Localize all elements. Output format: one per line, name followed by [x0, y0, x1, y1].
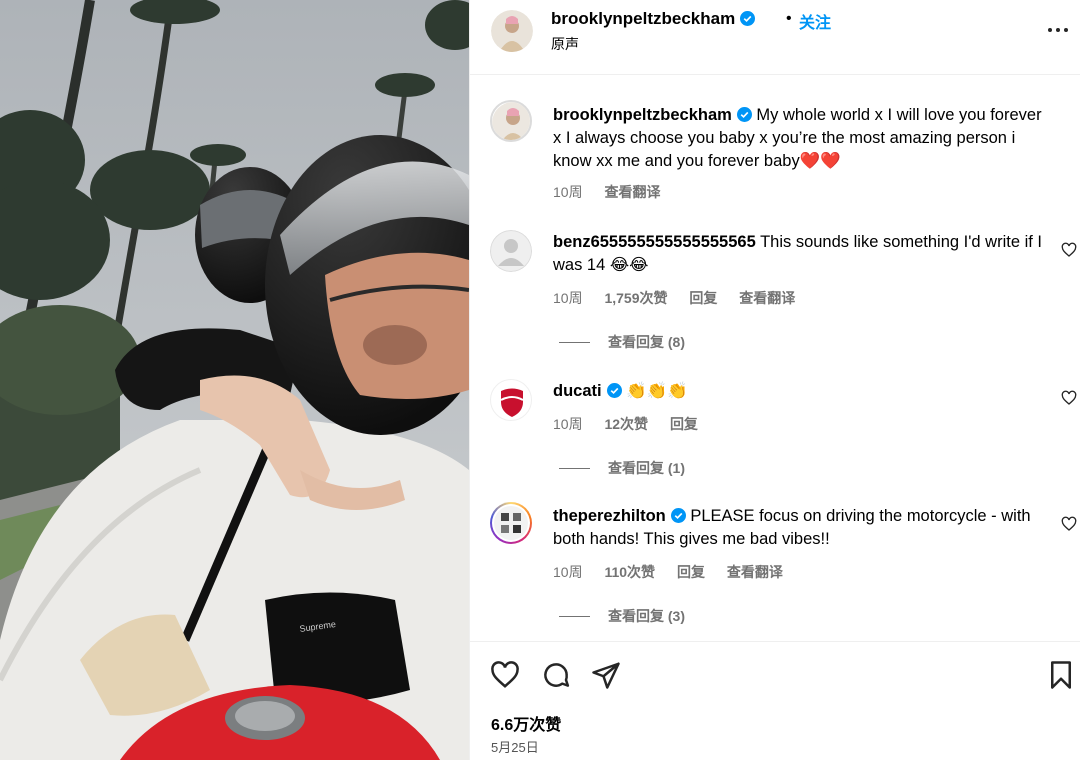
comment-text: 👏👏👏 — [626, 382, 688, 400]
comment-username[interactable]: theperezhilton — [553, 507, 666, 525]
comment-meta: 10周 1,759次赞 回复 查看翻译 — [553, 288, 813, 308]
comment-bubble-icon[interactable] — [541, 660, 571, 690]
caption-translate-link[interactable]: 查看翻译 — [604, 184, 660, 200]
comment-time[interactable]: 10周 — [553, 416, 583, 432]
comment-likes-count[interactable]: 1,759次赞 — [604, 290, 667, 306]
verified-badge-icon — [736, 107, 752, 122]
caption-time[interactable]: 10周 — [553, 184, 583, 200]
view-replies-toggle[interactable]: 查看回复 (1) — [559, 458, 685, 478]
comment-text-block: theperezhilton PLEASE focus on driving t… — [553, 505, 1053, 551]
comment-like-heart-icon[interactable] — [1061, 390, 1077, 406]
commenter-avatar-image — [492, 504, 530, 542]
comment-reply-link[interactable]: 回复 — [677, 564, 705, 580]
owner-avatar[interactable] — [491, 10, 533, 52]
post-media-photo[interactable]: Supreme — [0, 0, 469, 760]
bookmark-icon[interactable] — [1046, 660, 1076, 690]
more-options-icon[interactable] — [1047, 22, 1069, 38]
paper-plane-share-icon[interactable] — [591, 660, 621, 690]
caption-avatar[interactable] — [490, 100, 532, 142]
view-replies-toggle[interactable]: 查看回复 (3) — [559, 606, 685, 626]
comment-translate-link[interactable]: 查看翻译 — [739, 290, 795, 306]
audio-label[interactable]: 原声 — [551, 34, 579, 54]
view-replies-toggle[interactable]: 查看回复 (8) — [559, 332, 685, 352]
comment-translate-link[interactable]: 查看翻译 — [727, 564, 783, 580]
comment-meta: 10周 12次赞 回复 — [553, 414, 716, 434]
ducati-shield-logo-icon — [500, 388, 524, 417]
comment-like-heart-icon[interactable] — [1061, 242, 1077, 258]
view-replies-label[interactable]: 查看回复 (3) — [608, 608, 685, 624]
caption-text-block: brooklynpeltzbeckham My whole world x I … — [553, 104, 1053, 173]
comment-username[interactable]: ducati — [553, 382, 602, 400]
comment-text-block: ducati 👏👏👏 — [553, 380, 1053, 403]
verified-badge-icon — [606, 383, 622, 398]
comment-reply-link[interactable]: 回复 — [670, 416, 698, 432]
view-replies-label[interactable]: 查看回复 (8) — [608, 334, 685, 350]
post-details-panel: brooklynpeltzbeckham • 关注 原声 brooklynpel… — [469, 0, 1080, 760]
header-separator-dot: • — [786, 10, 792, 27]
comment-meta: 10周 110次赞 回复 查看翻译 — [553, 562, 801, 582]
comment-likes-count[interactable]: 110次赞 — [604, 564, 655, 580]
commenter-avatar-story-ring[interactable] — [490, 502, 532, 544]
replies-divider-line — [559, 616, 590, 617]
follow-button[interactable]: 关注 — [799, 9, 831, 33]
post-likes-count[interactable]: 6.6万次赞 — [491, 711, 561, 735]
heart-icon[interactable] — [490, 660, 520, 690]
verified-badge-icon — [670, 508, 686, 523]
replies-divider-line — [559, 468, 590, 469]
comment-likes-count[interactable]: 12次赞 — [604, 416, 648, 432]
view-replies-label[interactable]: 查看回复 (1) — [608, 460, 685, 476]
owner-username[interactable]: brooklynpeltzbeckham — [551, 9, 735, 28]
caption-meta: 10周 查看翻译 — [553, 182, 678, 202]
post-action-bar: 6.6万次赞 5月25日 — [470, 641, 1080, 760]
comment-time[interactable]: 10周 — [553, 290, 583, 306]
caption-username[interactable]: brooklynpeltzbeckham — [553, 106, 732, 124]
default-avatar-icon — [490, 230, 532, 272]
replies-divider-line — [559, 342, 590, 343]
comment-like-heart-icon[interactable] — [1061, 516, 1077, 532]
verified-badge-icon — [740, 11, 756, 26]
comment-time[interactable]: 10周 — [553, 564, 583, 580]
photo-scene: Supreme — [0, 0, 469, 760]
comment-reply-link[interactable]: 回复 — [689, 290, 717, 306]
post-date[interactable]: 5月25日 — [491, 737, 539, 756]
commenter-avatar[interactable] — [490, 379, 532, 421]
comment-text-block: benz655555555555555565 This sounds like … — [553, 231, 1053, 277]
comment-username[interactable]: benz655555555555555565 — [553, 233, 756, 251]
commenter-avatar[interactable] — [490, 230, 532, 272]
post-header: brooklynpeltzbeckham • 关注 原声 — [470, 0, 1080, 75]
